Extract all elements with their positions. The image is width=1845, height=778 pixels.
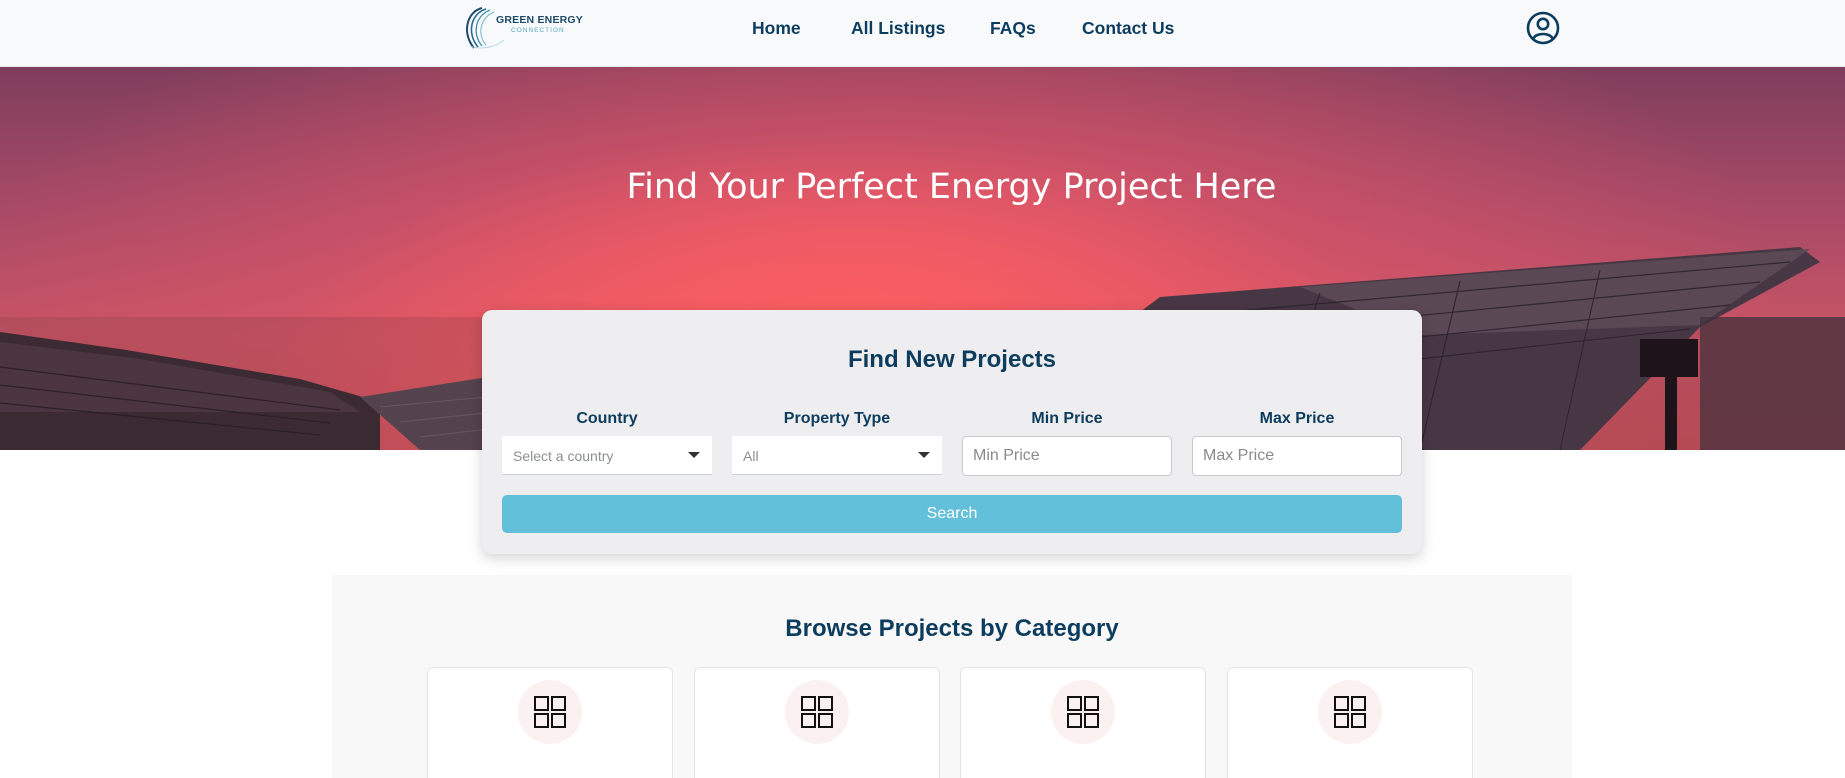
logo[interactable]: GREEN ENERGY CONNECTION bbox=[460, 4, 583, 52]
category-card[interactable] bbox=[427, 667, 673, 778]
country-select[interactable]: Select a country bbox=[502, 436, 712, 475]
category-icon-circle bbox=[518, 680, 582, 744]
min-price-label: Min Price bbox=[1031, 410, 1103, 427]
user-circle-icon[interactable] bbox=[1526, 11, 1560, 45]
grid-icon bbox=[801, 696, 833, 728]
caret-down-icon bbox=[688, 452, 700, 458]
search-title: Find New Projects bbox=[847, 346, 1057, 373]
property-type-select-value: All bbox=[743, 448, 759, 464]
search-button[interactable]: Search bbox=[502, 495, 1402, 533]
top-navbar: GREEN ENERGY CONNECTION Home All Listing… bbox=[0, 0, 1845, 67]
category-card[interactable] bbox=[694, 667, 940, 778]
max-price-input[interactable] bbox=[1192, 436, 1402, 476]
category-icon-circle bbox=[785, 680, 849, 744]
nav-contact-us[interactable]: Contact Us bbox=[1082, 18, 1174, 39]
property-type-label: Property Type bbox=[783, 410, 891, 427]
logo-subtitle: CONNECTION bbox=[511, 27, 565, 34]
search-card: Find New Projects Country Select a count… bbox=[482, 310, 1422, 554]
grid-icon bbox=[1334, 696, 1366, 728]
country-select-value: Select a country bbox=[513, 448, 614, 464]
category-icon-circle bbox=[1051, 680, 1115, 744]
logo-title: GREEN ENERGY bbox=[496, 14, 583, 26]
nav-faqs[interactable]: FAQs bbox=[990, 18, 1036, 39]
nav-home[interactable]: Home bbox=[752, 18, 801, 39]
grid-icon bbox=[1067, 696, 1099, 728]
min-price-input[interactable] bbox=[962, 436, 1172, 476]
category-icon-circle bbox=[1318, 680, 1382, 744]
browse-section: Browse Projects by Category bbox=[332, 575, 1572, 778]
property-type-select[interactable]: All bbox=[732, 436, 942, 475]
category-card[interactable] bbox=[960, 667, 1206, 778]
logo-swoosh-icon bbox=[466, 7, 504, 49]
country-label: Country bbox=[576, 410, 638, 427]
grid-icon bbox=[534, 696, 566, 728]
nav-all-listings[interactable]: All Listings bbox=[851, 18, 945, 39]
browse-title: Browse Projects by Category bbox=[785, 615, 1119, 642]
max-price-label: Max Price bbox=[1259, 410, 1335, 427]
category-card[interactable] bbox=[1227, 667, 1473, 778]
hero-title: Find Your Perfect Energy Project Here bbox=[626, 167, 1277, 207]
caret-down-icon bbox=[918, 452, 930, 458]
